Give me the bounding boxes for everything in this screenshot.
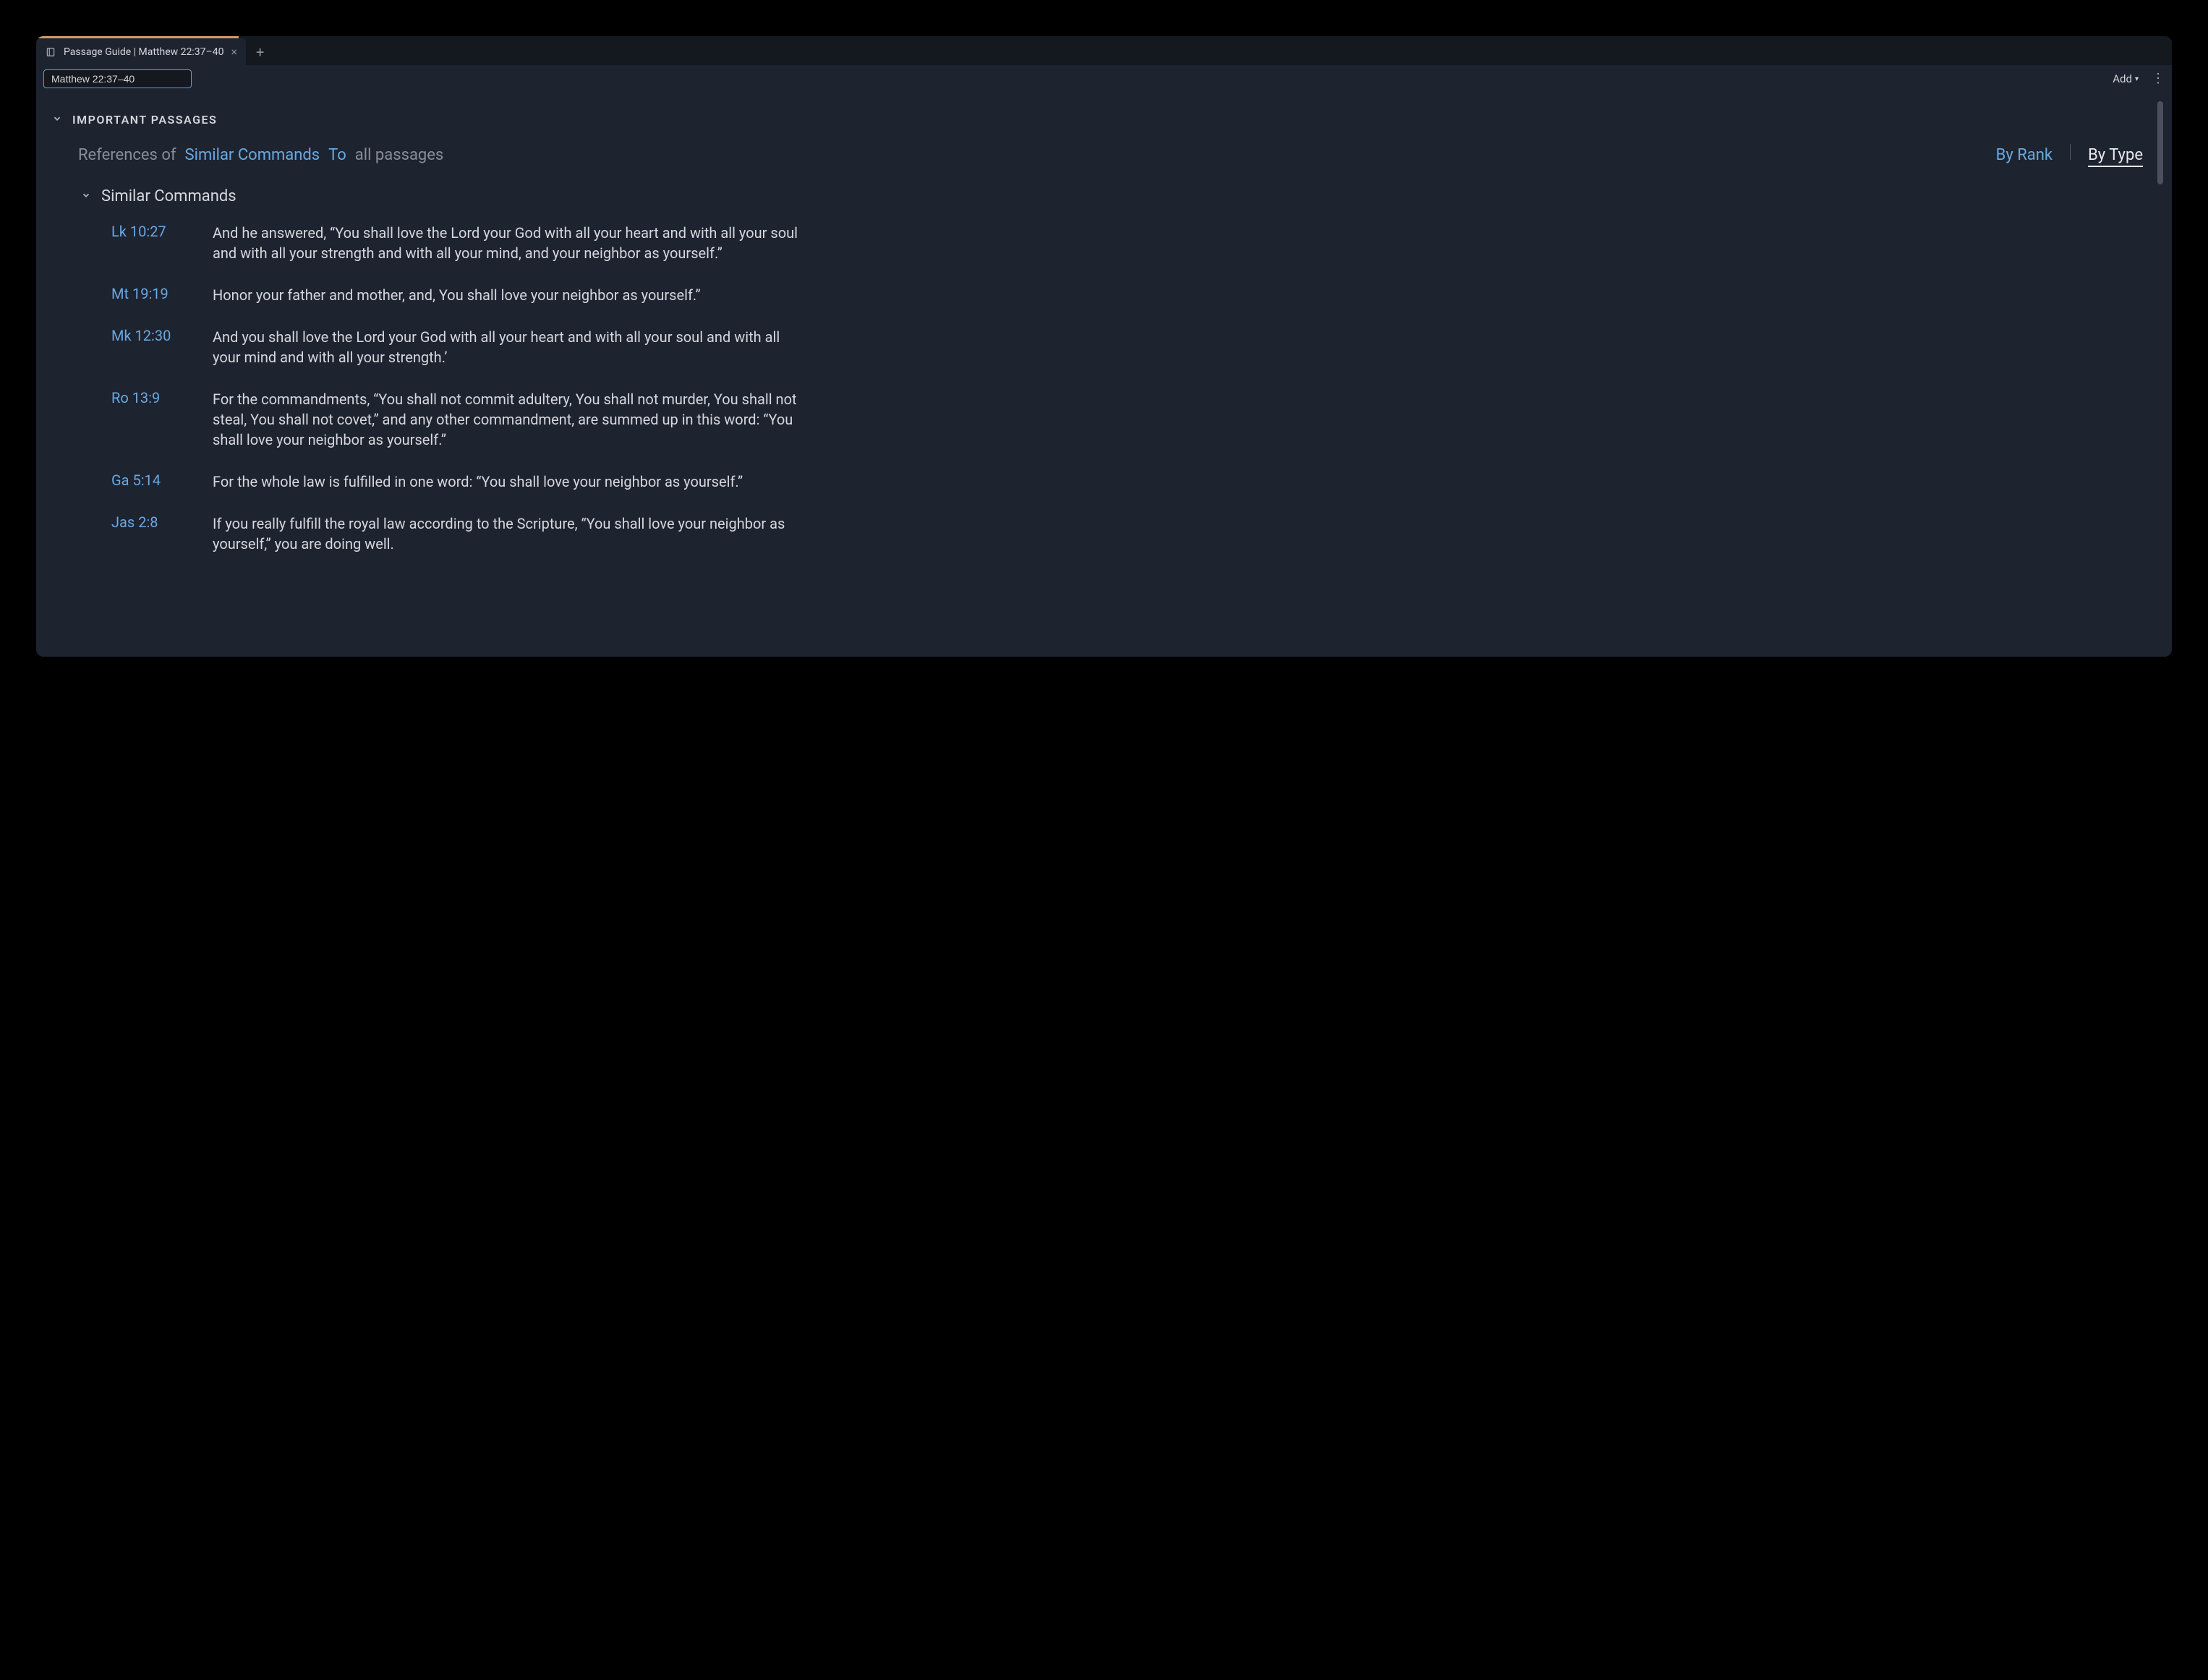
toolbar-right: Add ▾ ⋮	[2113, 72, 2165, 85]
toolbar: Add ▾ ⋮	[36, 65, 2172, 93]
passage-text: For the commandments, “You shall not com…	[213, 389, 806, 450]
section-title: Important Passages	[72, 113, 217, 127]
passage-ref-link[interactable]: Mk 12:30	[111, 327, 191, 367]
tab-bar: Passage Guide | Matthew 22:37–40 × +	[36, 36, 2172, 65]
chevron-down-icon	[52, 114, 62, 127]
passage-ref-link[interactable]: Jas 2:8	[111, 513, 191, 554]
passage-ref-link[interactable]: Lk 10:27	[111, 223, 191, 263]
divider	[2070, 144, 2071, 160]
passage-text: And he answered, “You shall love the Lor…	[213, 223, 806, 263]
window-accent-bar	[36, 36, 239, 38]
content-area: Important Passages References of Similar…	[43, 93, 2165, 649]
passage-row: Ga 5:14 For the whole law is fulfilled i…	[111, 472, 2143, 492]
passage-text: If you really fulfill the royal law acco…	[213, 513, 806, 554]
passage-input[interactable]	[43, 69, 192, 88]
new-tab-button[interactable]: +	[246, 43, 274, 61]
chevron-down-icon	[81, 190, 91, 203]
passage-text: Honor your father and mother, and, You s…	[213, 285, 701, 305]
filter-row: References of Similar Commands To all pa…	[52, 144, 2143, 167]
sort-by-type[interactable]: By Type	[2088, 146, 2143, 167]
passage-row: Mk 12:30 And you shall love the Lord you…	[111, 327, 2143, 367]
subsection-title: Similar Commands	[101, 187, 236, 205]
filter-link-similar-commands[interactable]: Similar Commands	[185, 146, 320, 164]
tab-passage-guide[interactable]: Passage Guide | Matthew 22:37–40 ×	[36, 38, 246, 65]
sort-by-rank[interactable]: By Rank	[1996, 146, 2053, 164]
app-window: Passage Guide | Matthew 22:37–40 × + Add…	[36, 36, 2172, 657]
passage-text: For the whole law is fulfilled in one wo…	[213, 472, 743, 492]
passage-row: Jas 2:8 If you really fulfill the royal …	[111, 513, 2143, 554]
filter-link-to[interactable]: To	[328, 146, 346, 164]
add-button[interactable]: Add ▾	[2113, 72, 2139, 85]
passage-ref-link[interactable]: Mt 19:19	[111, 285, 191, 305]
passage-ref-link[interactable]: Ga 5:14	[111, 472, 191, 492]
passage-row: Mt 19:19 Honor your father and mother, a…	[111, 285, 2143, 305]
book-icon	[45, 46, 56, 58]
add-label: Add	[2113, 72, 2132, 85]
subsection-header[interactable]: Similar Commands	[52, 187, 2143, 205]
passage-text: And you shall love the Lord your God wit…	[213, 327, 806, 367]
filter-right: By Rank By Type	[1996, 144, 2143, 167]
passage-row: Ro 13:9 For the commandments, “You shall…	[111, 389, 2143, 450]
tab-title: Passage Guide | Matthew 22:37–40	[64, 46, 223, 58]
filter-left: References of Similar Commands To all pa…	[78, 146, 443, 164]
passage-ref-link[interactable]: Ro 13:9	[111, 389, 191, 450]
passage-list: Lk 10:27 And he answered, “You shall lov…	[52, 223, 2143, 554]
close-icon[interactable]: ×	[231, 46, 237, 58]
chevron-down-icon: ▾	[2135, 75, 2139, 83]
filter-label-references-of: References of	[78, 146, 176, 164]
scrollbar-thumb[interactable]	[2157, 101, 2163, 184]
filter-label-all-passages: all passages	[355, 146, 444, 164]
passage-row: Lk 10:27 And he answered, “You shall lov…	[111, 223, 2143, 263]
scrollbar-track	[2157, 101, 2163, 641]
section-header[interactable]: Important Passages	[52, 113, 2143, 127]
more-menu-button[interactable]: ⋮	[2152, 72, 2165, 85]
